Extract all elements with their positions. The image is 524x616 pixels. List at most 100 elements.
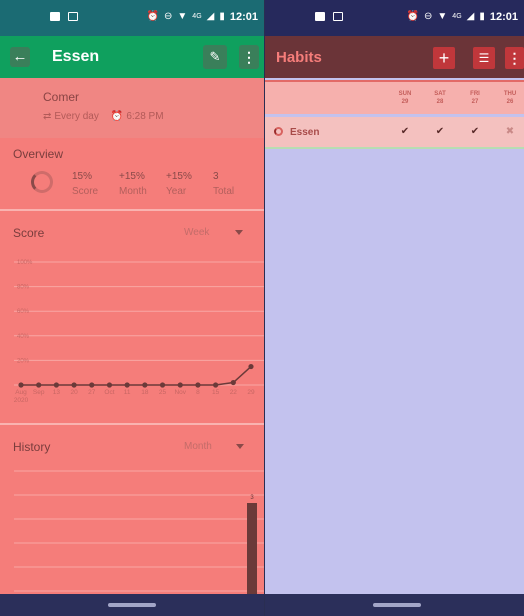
day-name: SAT (434, 91, 446, 97)
overview-score-label: Score (72, 186, 99, 197)
y-tick-label: 60% (17, 309, 30, 315)
check-mark-icon[interactable]: ✔ (393, 126, 417, 137)
score-period-dropdown[interactable]: Week (184, 227, 244, 238)
history-period-dropdown[interactable]: Month (184, 441, 244, 452)
more-options-button[interactable]: ⋮ (505, 47, 524, 69)
x-tick-label: 15 (212, 389, 220, 396)
x-tick-label: 8 (196, 389, 200, 396)
x-tick-label: 13 (53, 389, 61, 396)
x-tick-label: Sep (33, 389, 45, 396)
y-tick-label: 20% (17, 358, 30, 364)
alarm-icon: ⏰ (146, 11, 159, 22)
divider (0, 423, 264, 425)
score-point (159, 382, 166, 388)
day-number: 26 (506, 99, 514, 105)
score-ring-icon (31, 171, 53, 193)
clock: 12:01 (489, 11, 518, 23)
score-point (18, 382, 24, 388)
status-bar: ⏰ ⊖ ▼ 4G ◢ ▮ 12:01 (0, 0, 264, 36)
screen-cast-icon (333, 12, 343, 21)
x-tick-label: 25 (159, 389, 167, 396)
overview-title: Overview (13, 147, 64, 161)
day-column-header: FRI 27 (463, 90, 487, 106)
score-series-line (21, 365, 252, 386)
screen-cast-icon (68, 12, 78, 21)
history-chart: 3 (14, 470, 264, 595)
days-header: SUN 29 SAT 28 FRI 27 THU 26 (265, 80, 524, 114)
habit-row[interactable]: Essen ✔ ✔ ✔ ✖ (265, 117, 524, 149)
overview-month: +15% Month (119, 171, 147, 197)
x-tick-label: Oct (104, 389, 114, 396)
network-label: 4G (192, 13, 202, 20)
habit-schedule: ⇄ Every day ⏰ 6:28 PM (43, 111, 164, 122)
signal-icon: ◢ (466, 11, 475, 22)
overview-total-value: 3 (213, 171, 219, 182)
x-tick-label: 11 (124, 389, 131, 396)
day-number: 27 (471, 99, 479, 105)
history-title: History (13, 440, 51, 454)
bar-data-label: 3 (250, 495, 254, 501)
day-column-header: SUN 29 (393, 90, 417, 106)
x-tick-label: Nov (174, 389, 186, 396)
detail-toolbar: ← Essen ✎ ⋮ (0, 36, 264, 78)
dnd-icon: ⊖ (164, 11, 173, 22)
history-period-label: Month (184, 441, 212, 452)
image-notification-icon (50, 12, 60, 21)
frequency-label: Every day (54, 111, 99, 122)
day-column-header: SAT 28 (428, 90, 452, 106)
day-number: 28 (436, 99, 444, 105)
overview-year-label: Year (166, 186, 187, 197)
alarm-icon: ⏰ (110, 111, 124, 122)
habit-question: Comer (43, 90, 80, 104)
score-point (142, 382, 148, 388)
habits-list-pane: ⏰ ⊖ ▼ 4G ◢ ▮ 12:01 Habits + ☰ ⋮ SUN 29 S… (265, 0, 524, 616)
add-habit-button[interactable]: + (433, 47, 455, 69)
y-tick-label: 80% (17, 285, 30, 291)
overview-score: 15% Score (72, 171, 98, 197)
score-point (106, 382, 113, 388)
arrow-left-icon: ← (12, 48, 28, 65)
day-name: FRI (470, 91, 480, 97)
score-chart: 100% 80% 60% 40% 20% Aug2020 Sep 13 20 27 Oct 11 18 2… (14, 260, 264, 404)
alarm-icon: ⏰ (406, 11, 419, 22)
overview-month-label: Month (119, 186, 147, 197)
check-mark-icon[interactable]: ✔ (463, 126, 487, 137)
back-button[interactable]: ← (10, 47, 30, 67)
score-point (53, 382, 59, 388)
page-title: Habits (276, 49, 322, 66)
home-handle[interactable] (108, 603, 156, 607)
cross-mark-icon[interactable]: ✖ (498, 126, 522, 137)
edit-button[interactable]: ✎ (203, 45, 227, 69)
chevron-down-icon (235, 229, 244, 235)
score-point (195, 382, 201, 388)
navigation-bar (0, 594, 264, 616)
reminder-label: 6:28 PM (126, 111, 164, 122)
status-bar: ⏰ ⊖ ▼ 4G ◢ ▮ 12:01 (265, 0, 524, 36)
check-mark-icon[interactable]: ✔ (428, 126, 452, 137)
x-tick-label: Aug (15, 389, 27, 396)
wifi-icon: ▼ (437, 11, 448, 22)
x-tick-label: 2020 (14, 397, 29, 404)
overview-total: 3 Total (213, 171, 234, 197)
habits-toolbar: Habits + ☰ ⋮ (265, 36, 524, 78)
y-tick-label: 100% (17, 260, 33, 266)
x-tick-label: 20 (70, 389, 78, 396)
score-point (248, 363, 254, 370)
pencil-icon: ✎ (209, 49, 221, 64)
home-handle[interactable] (373, 603, 421, 607)
x-tick-label: 22 (230, 389, 238, 396)
day-name: THU (503, 91, 517, 97)
battery-icon: ▮ (219, 11, 225, 22)
page-title: Essen (52, 48, 100, 65)
score-point (230, 379, 236, 386)
y-tick-label: 40% (17, 334, 30, 340)
filter-button[interactable]: ☰ (473, 47, 495, 69)
score-point (71, 382, 77, 388)
more-vert-icon: ⋮ (242, 49, 256, 65)
habit-score-ring-icon (274, 127, 283, 136)
navigation-bar (265, 594, 524, 616)
more-options-button[interactable]: ⋮ (239, 45, 259, 69)
signal-icon: ◢ (206, 11, 215, 22)
overview-score-value: 15% (72, 171, 93, 182)
day-name: SUN (398, 91, 412, 97)
